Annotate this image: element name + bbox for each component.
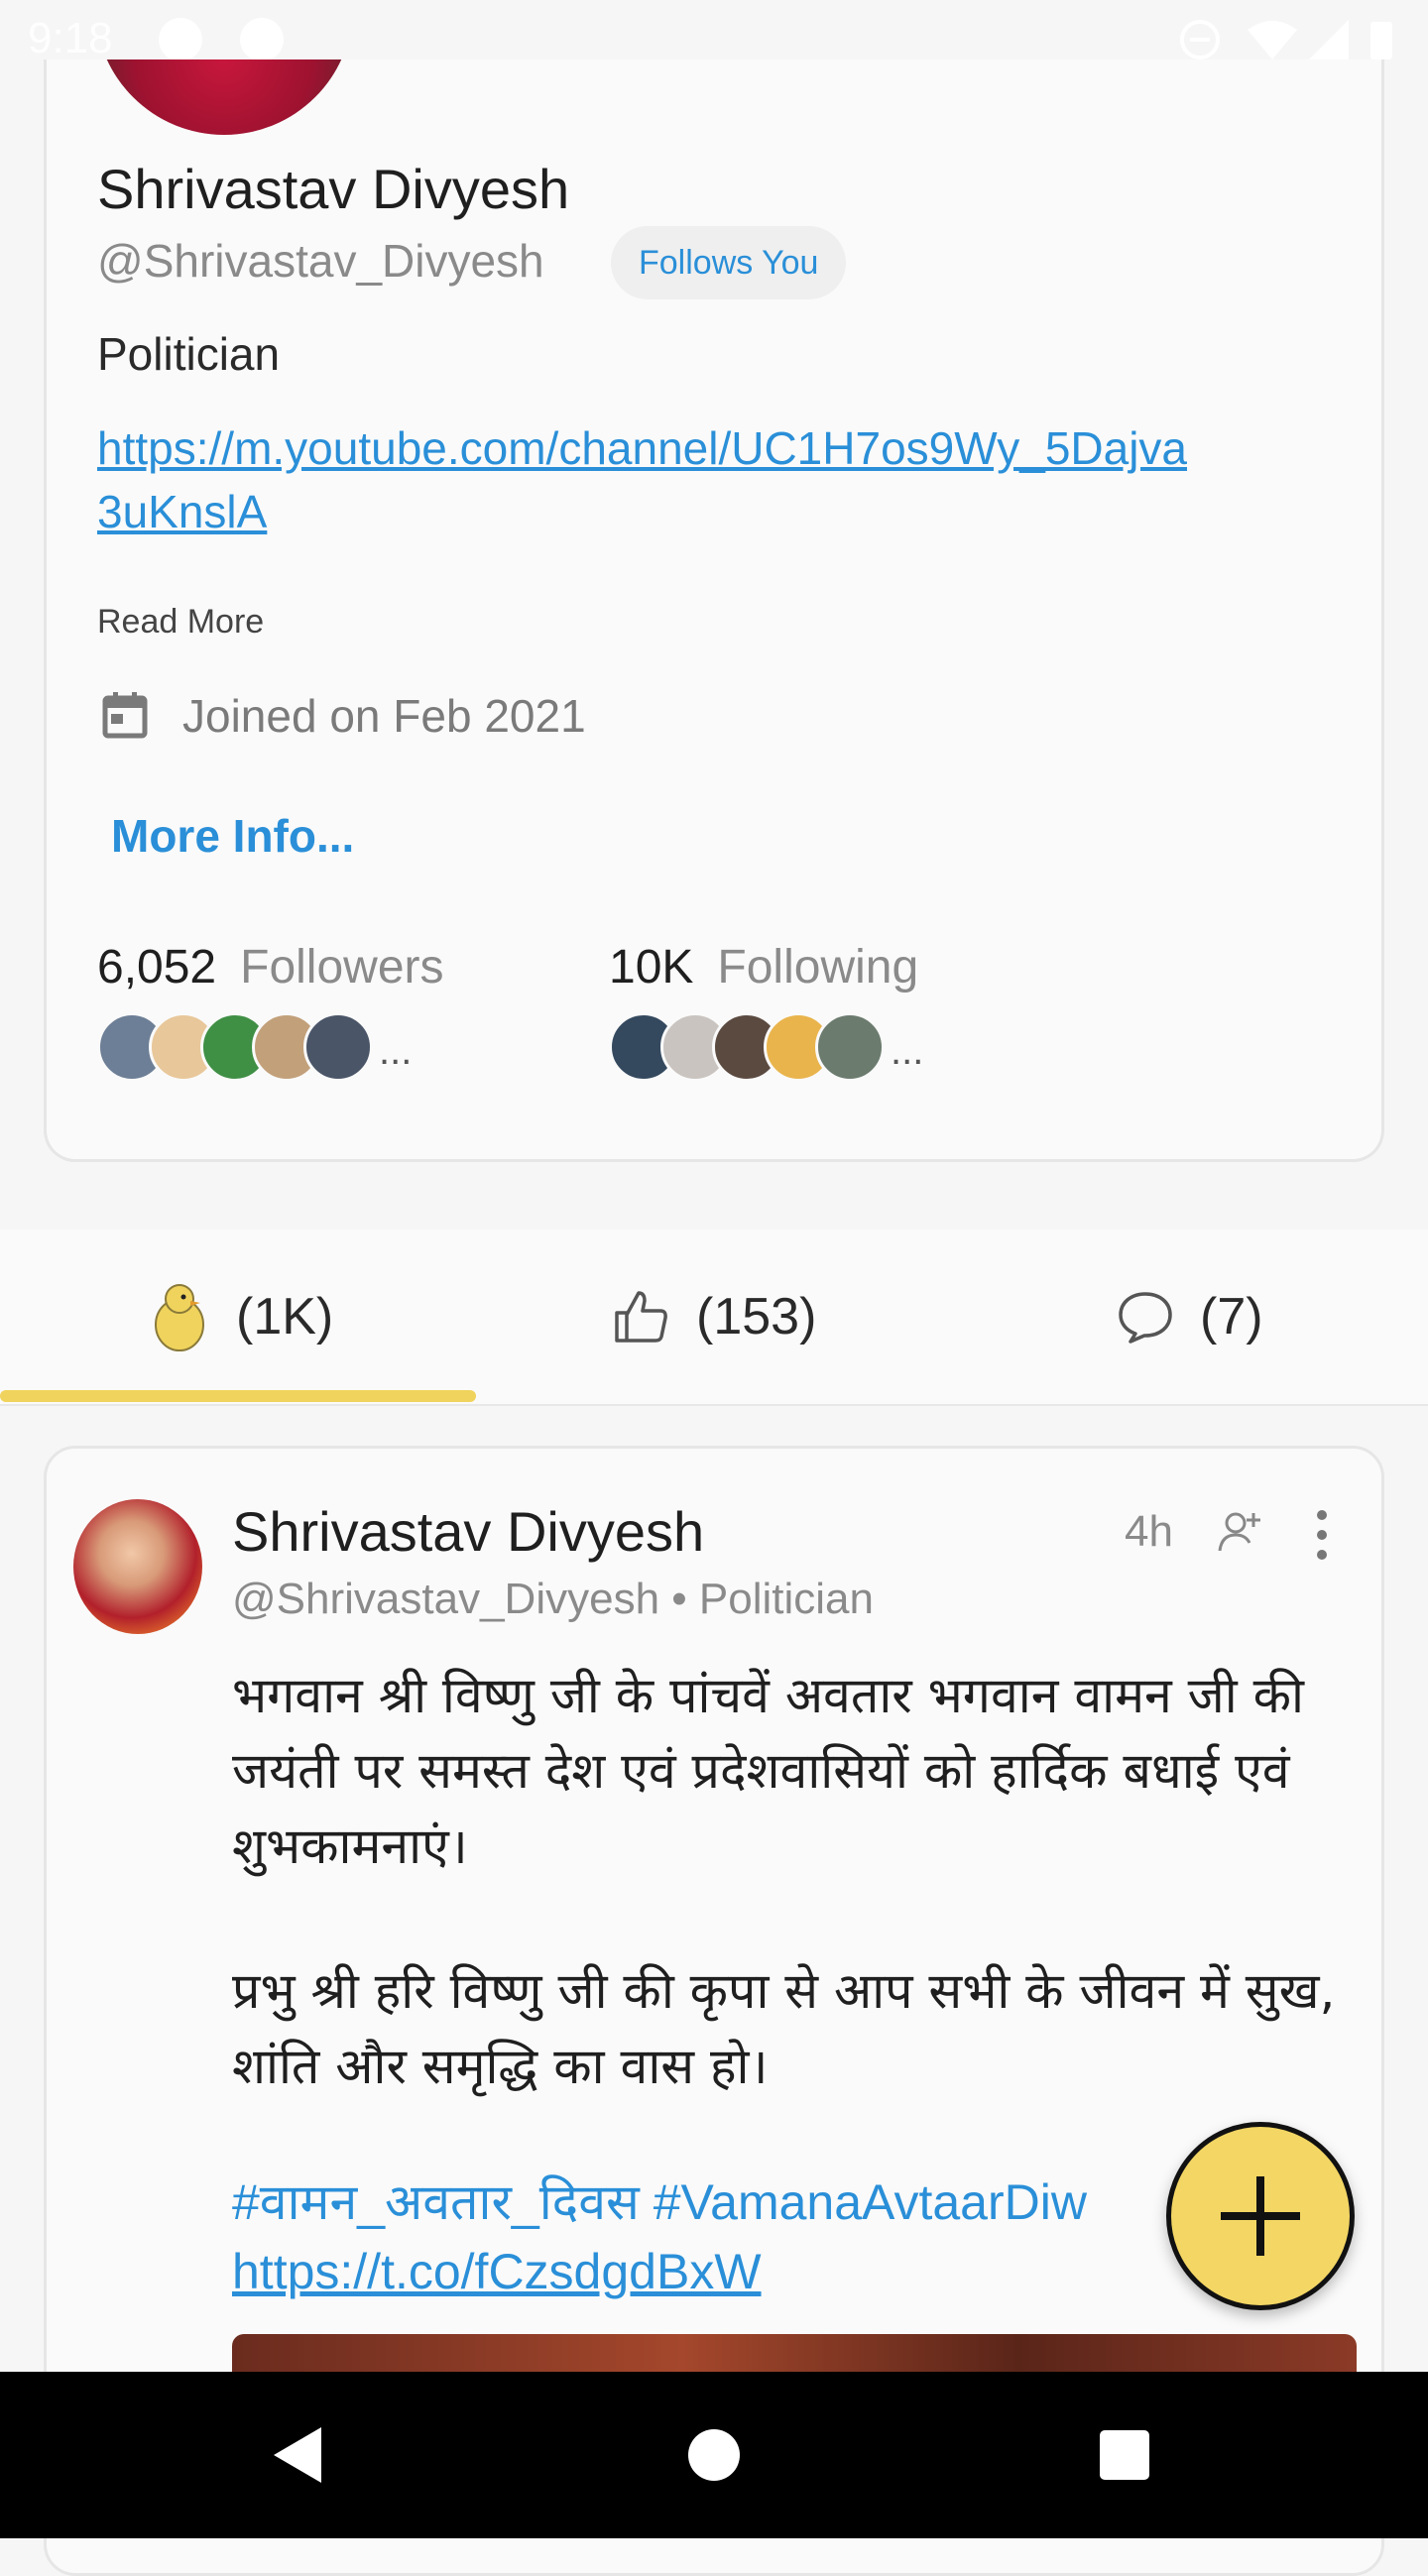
post-paragraph: भगवान श्री विष्णु जी के पांचवें अवतार भग… bbox=[232, 1667, 1304, 1875]
post-paragraph: प्रभु श्री हरि विष्णु जी की कृपा से आप स… bbox=[232, 1962, 1336, 2095]
tab-koos[interactable]: (1K) bbox=[149, 1229, 333, 1404]
followers-count: 6,052 bbox=[97, 941, 217, 994]
profile-link[interactable]: https://m.youtube.com/channel/UC1H7os9Wy… bbox=[97, 416, 1188, 543]
follows-you-badge: Follows You bbox=[611, 226, 847, 299]
signal-icon bbox=[1309, 20, 1349, 59]
tab-comments[interactable]: (7) bbox=[1117, 1229, 1263, 1404]
nav-back-button[interactable] bbox=[218, 2372, 377, 2538]
following-stat[interactable]: 10K Following bbox=[609, 940, 918, 995]
following-avatars[interactable]: ... bbox=[609, 1011, 923, 1083]
post-author-name[interactable]: Shrivastav Divyesh bbox=[232, 1499, 704, 1564]
profile-tabs: (1K) (153) (7) bbox=[0, 1229, 1428, 1406]
tab-likes-label: (153) bbox=[696, 1288, 817, 1346]
nav-recents-button[interactable] bbox=[1045, 2372, 1204, 2538]
profile-bio: Politician bbox=[97, 328, 281, 380]
active-tab-indicator bbox=[0, 1390, 476, 1402]
tab-comments-label: (7) bbox=[1200, 1288, 1263, 1346]
following-count: 10K bbox=[609, 941, 694, 994]
profile-avatar[interactable] bbox=[95, 59, 353, 135]
post-body: भगवान श्री विष्णु जी के पांचवें अवतार भग… bbox=[232, 1658, 1343, 2173]
more-options-icon[interactable] bbox=[1307, 1507, 1337, 1563]
more-info-link[interactable]: More Info... bbox=[111, 809, 354, 863]
thumbs-up-icon bbox=[615, 1291, 667, 1343]
post-timestamp: 4h bbox=[1125, 1507, 1173, 1556]
app-notification-icon bbox=[240, 18, 284, 61]
nav-home-button[interactable] bbox=[635, 2372, 793, 2538]
tab-likes[interactable]: (153) bbox=[611, 1229, 816, 1404]
profile-name: Shrivastav Divyesh bbox=[97, 158, 570, 220]
post-author-avatar[interactable] bbox=[73, 1499, 202, 1634]
koo-bird-icon bbox=[155, 1284, 204, 1351]
wifi-icon bbox=[1248, 21, 1297, 59]
following-label: Following bbox=[717, 941, 919, 994]
battery-icon bbox=[1370, 22, 1392, 59]
post-author-meta: @Shrivastav_Divyesh • Politician bbox=[232, 1575, 874, 1623]
followers-label: Followers bbox=[240, 941, 444, 994]
read-more-link[interactable]: Read More bbox=[97, 603, 264, 642]
sync-notification-icon bbox=[159, 18, 202, 61]
followers-stat[interactable]: 6,052 Followers bbox=[97, 940, 444, 995]
followers-avatars[interactable]: ... bbox=[97, 1011, 412, 1083]
tab-koos-label: (1K) bbox=[236, 1288, 334, 1346]
home-icon bbox=[688, 2429, 740, 2481]
avatar bbox=[815, 1012, 885, 1082]
following-more: ... bbox=[891, 1028, 924, 1073]
avatar bbox=[303, 1012, 373, 1082]
followers-more: ... bbox=[379, 1028, 413, 1073]
joined-date: Joined on Feb 2021 bbox=[97, 686, 586, 746]
comment-icon bbox=[1119, 1292, 1172, 1344]
system-nav-bar bbox=[0, 2372, 1428, 2538]
post-image[interactable] bbox=[232, 2334, 1357, 2374]
back-icon bbox=[274, 2427, 321, 2483]
dnd-icon bbox=[1180, 20, 1220, 59]
post-hashtags[interactable]: #वामन_अवतार_दिवस #VamanaAvtaarDiw bbox=[232, 2174, 1087, 2230]
follow-user-icon[interactable] bbox=[1216, 1507, 1265, 1557]
recents-icon bbox=[1100, 2430, 1149, 2480]
compose-button[interactable] bbox=[1166, 2122, 1355, 2310]
profile-handle: @Shrivastav_Divyesh bbox=[97, 235, 544, 287]
plus-icon-vertical bbox=[1256, 2176, 1264, 2256]
calendar-icon bbox=[102, 692, 148, 739]
joined-text: Joined on Feb 2021 bbox=[182, 690, 586, 742]
status-time: 9:18 bbox=[28, 14, 113, 62]
